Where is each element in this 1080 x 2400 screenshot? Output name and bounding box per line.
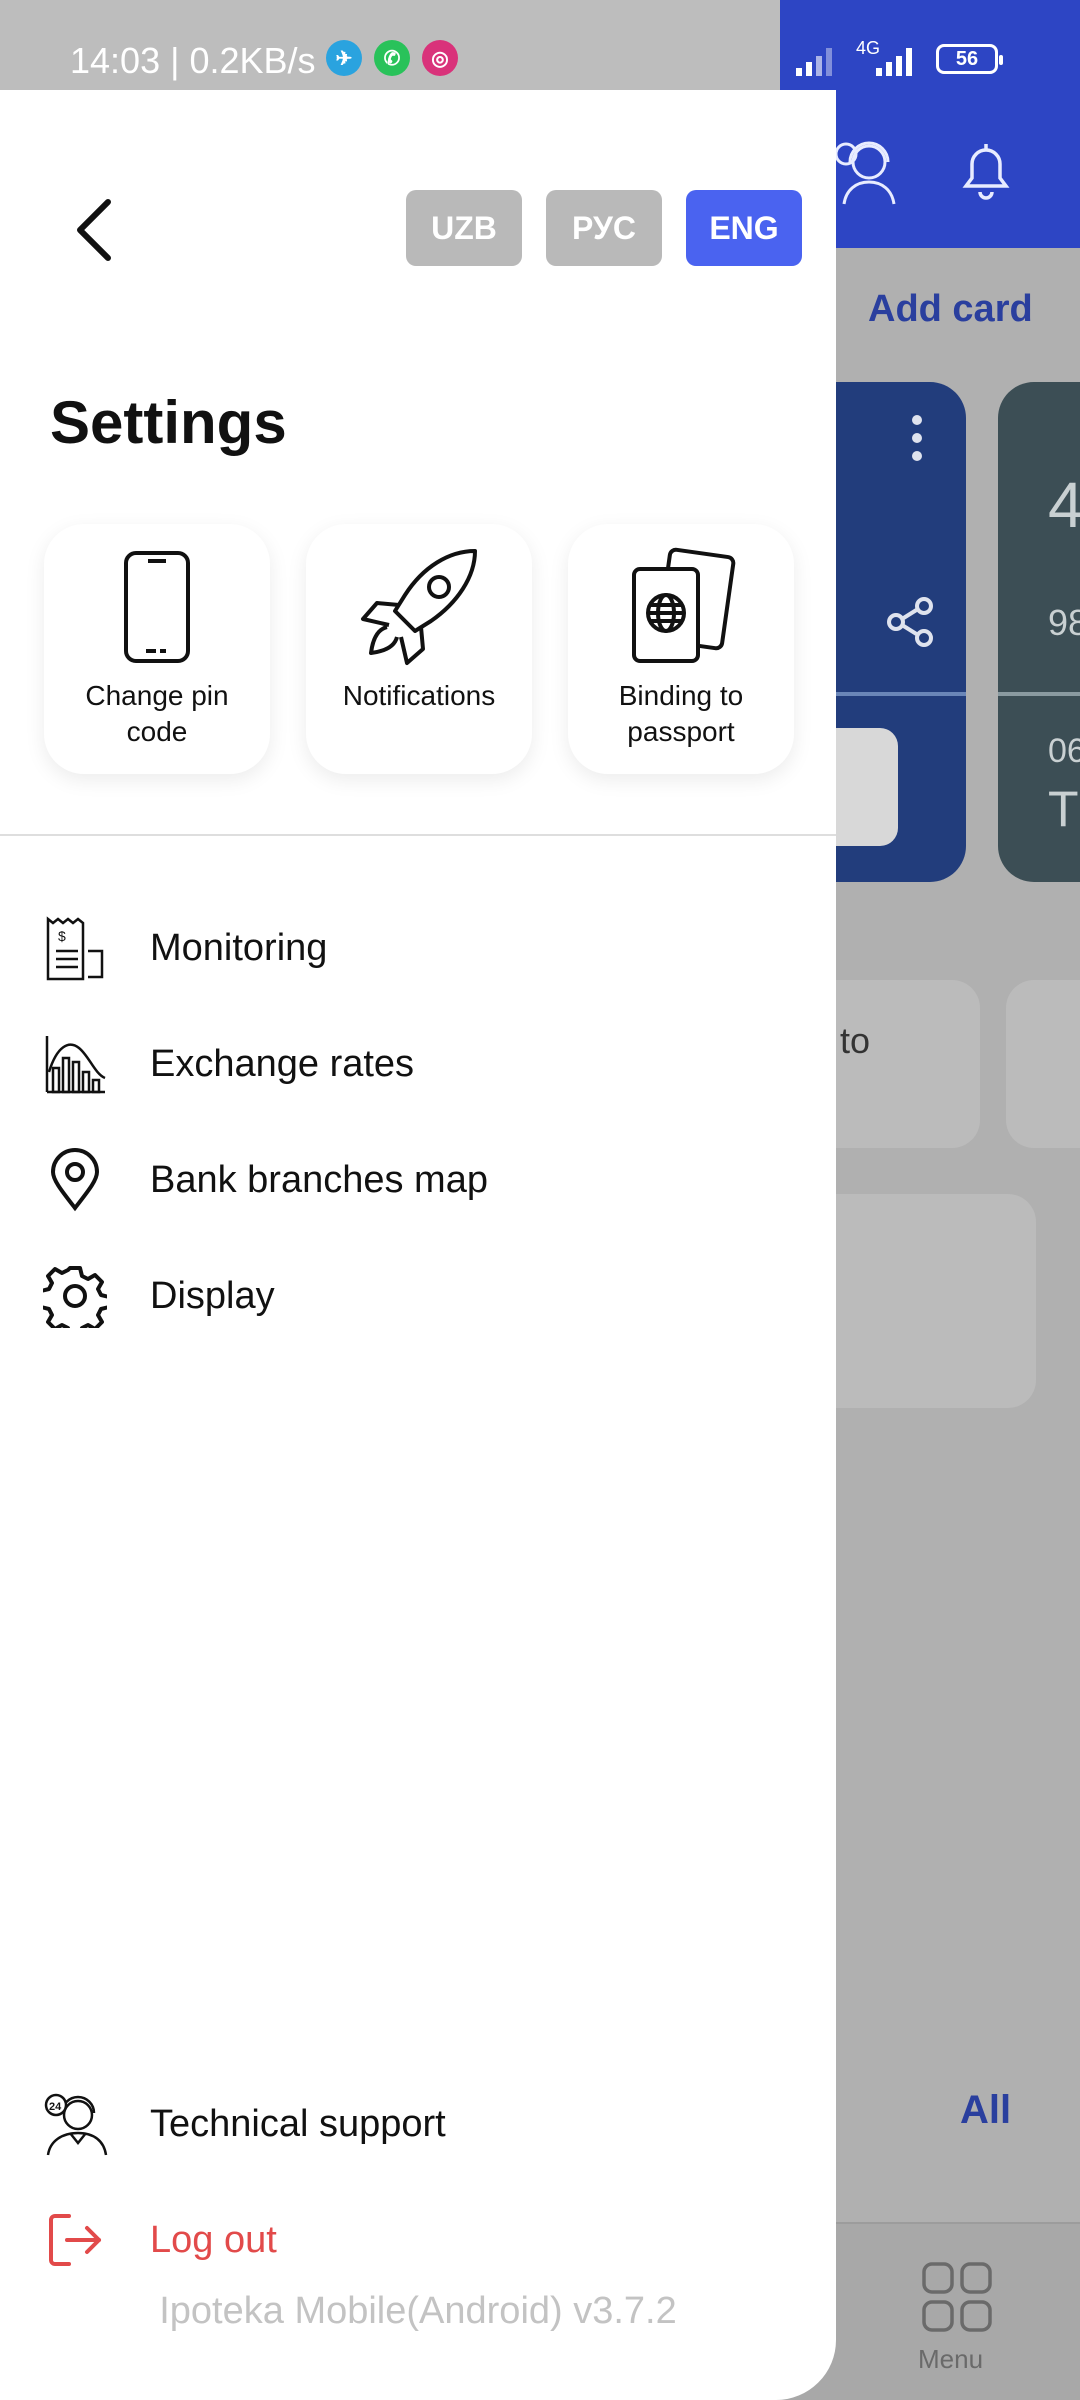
- status-bar: 14:03 | 0.2KB/s ✈ ✆ ◎ 4G 56: [0, 0, 1080, 90]
- passport-icon: [632, 547, 736, 663]
- signal-icon: [796, 48, 832, 76]
- support-agent-icon: 24: [44, 2093, 108, 2156]
- rocket-icon: [361, 549, 477, 665]
- card-text: 4: [1048, 469, 1080, 541]
- chart-icon: [45, 1036, 106, 1094]
- receipt-icon: $: [46, 916, 104, 981]
- lang-uzb-button[interactable]: UZB: [406, 190, 522, 266]
- menu-label: Exchange rates: [150, 1042, 415, 1085]
- menu-label: Display: [150, 1274, 275, 1317]
- telegram-icon: ✈: [326, 40, 362, 76]
- tile-label: Binding to passport: [618, 680, 744, 747]
- language-switcher: UZB РУС ENG: [406, 190, 802, 266]
- menu-label: Menu: [918, 2344, 984, 2374]
- whatsapp-icon: ✆: [374, 40, 410, 76]
- passport-binding-tile[interactable]: Binding to passport: [568, 524, 794, 774]
- share-icon[interactable]: [884, 596, 936, 648]
- battery-icon: 56: [936, 44, 1003, 74]
- card-text: T: [1048, 781, 1079, 837]
- menu-label: Log out: [150, 2218, 277, 2261]
- back-button[interactable]: [64, 194, 124, 266]
- payment-tile[interactable]: [1006, 980, 1080, 1148]
- chevron-left-icon: [77, 199, 111, 261]
- lang-eng-button[interactable]: ENG: [686, 190, 802, 266]
- gear-icon: [43, 1266, 107, 1328]
- logout-icon: [49, 2214, 101, 2266]
- menu-grid-icon[interactable]: [920, 2260, 994, 2334]
- card-text: 06: [1048, 732, 1080, 770]
- page-title: Settings: [50, 389, 287, 456]
- change-pin-tile[interactable]: Change pin code: [44, 524, 270, 774]
- notifications-tile[interactable]: Notifications: [306, 524, 532, 774]
- menu-item-technical-support[interactable]: 24 Technical support: [40, 2066, 800, 2182]
- menu-label: Technical support: [150, 2102, 446, 2145]
- app-version: Ipoteka Mobile(Android) v3.7.2: [159, 2290, 677, 2332]
- bottom-menu: 24 Technical support Log out: [40, 2066, 800, 2298]
- card-divider: [998, 692, 1080, 696]
- signal-icon-2: [876, 48, 912, 76]
- menu-item-exchange-rates[interactable]: Exchange rates: [40, 1006, 800, 1122]
- settings-drawer: UZB РУС ENG Settings Change pin code Not…: [0, 0, 836, 2400]
- svg-text:24: 24: [49, 2101, 62, 2113]
- map-pin-icon: [50, 1148, 100, 1212]
- tile-label: Change pin code: [85, 680, 229, 747]
- menu-item-logout[interactable]: Log out: [40, 2182, 800, 2298]
- settings-menu: $ Monitoring Exchange rates Bank branche…: [40, 890, 800, 1354]
- menu-label: Bank branches map: [150, 1158, 488, 1201]
- status-time: 14:03 | 0.2KB/s: [70, 40, 316, 81]
- more-icon[interactable]: [912, 414, 922, 462]
- bell-icon[interactable]: [956, 138, 1016, 202]
- menu-item-branches-map[interactable]: Bank branches map: [40, 1122, 800, 1238]
- menu-item-monitoring[interactable]: $ Monitoring: [40, 890, 800, 1006]
- card-text: 98: [1048, 602, 1080, 643]
- quick-settings: Change pin code Notifications Binding to…: [44, 524, 794, 774]
- all-link[interactable]: All: [960, 2088, 1011, 2133]
- add-card-link[interactable]: Add card: [868, 288, 1033, 331]
- instagram-icon: ◎: [422, 40, 458, 76]
- svg-text:$: $: [58, 928, 66, 944]
- tile-text: to: [840, 1020, 871, 1061]
- tile-label: Notifications: [342, 680, 496, 711]
- menu-label: Monitoring: [150, 926, 328, 969]
- lang-rus-button[interactable]: РУС: [546, 190, 662, 266]
- menu-item-display[interactable]: Display: [40, 1238, 800, 1354]
- smartphone-icon: [124, 551, 190, 663]
- bank-card-2[interactable]: 4 98 06 T: [998, 382, 1080, 882]
- section-divider: [0, 834, 836, 836]
- notification-icons: ✈ ✆ ◎: [326, 40, 458, 76]
- support-agent-icon: [834, 141, 896, 205]
